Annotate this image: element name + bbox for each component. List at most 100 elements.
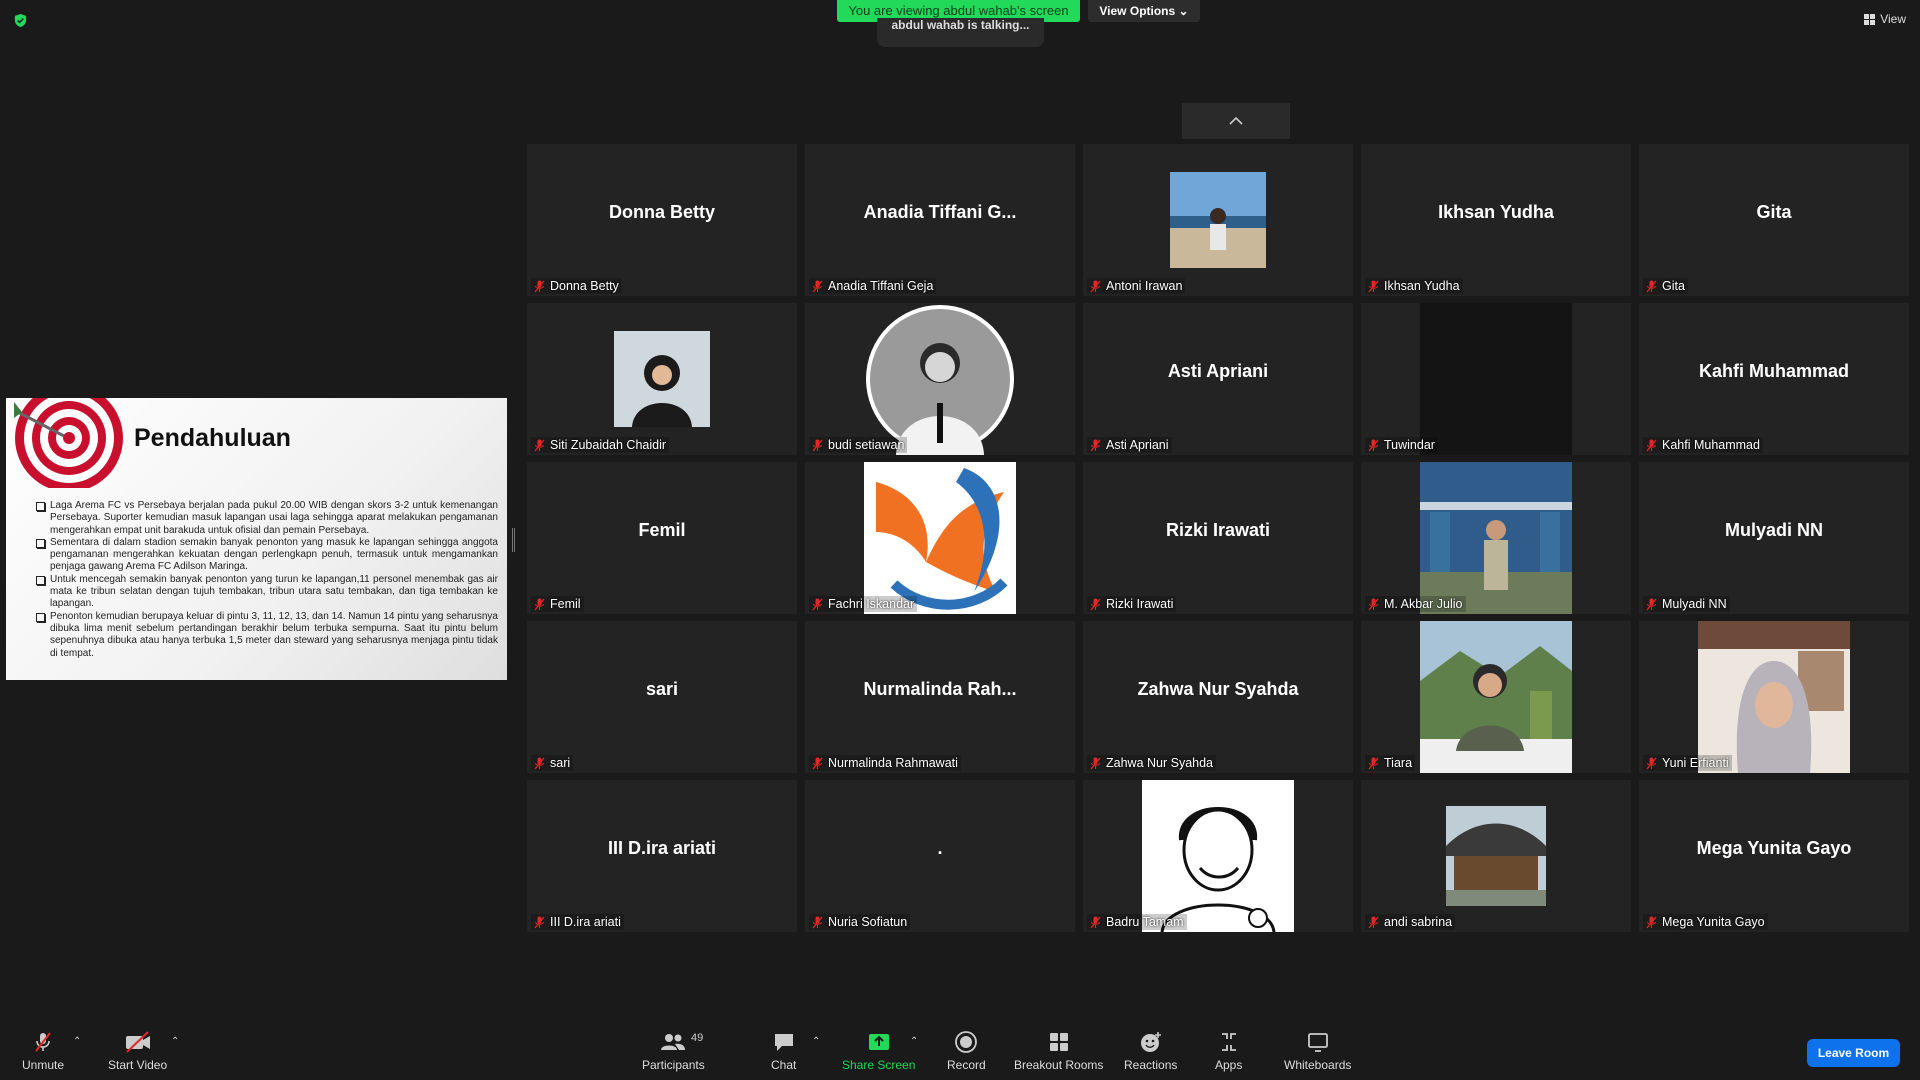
gallery-scroll-up-button[interactable] xyxy=(1182,103,1290,139)
muted-microphone-icon xyxy=(1368,598,1379,610)
chevron-up-icon xyxy=(1229,116,1243,125)
participant-tile[interactable]: Tiara xyxy=(1361,621,1631,773)
participant-name-text: Mega Yunita Gayo xyxy=(1662,915,1765,929)
view-button[interactable]: View xyxy=(1864,12,1906,26)
participant-photo xyxy=(614,331,710,427)
share-screen-label: Share Screen xyxy=(842,1058,916,1072)
participant-tile[interactable]: Gita Gita xyxy=(1639,144,1909,296)
participant-tile[interactable]: Anadia Tiffani G... Anadia Tiffani Geja xyxy=(805,144,1075,296)
participant-tile[interactable]: Kahfi Muhammad Kahfi Muhammad xyxy=(1639,303,1909,455)
participant-name-label: Tiara xyxy=(1365,755,1416,771)
participant-tile[interactable]: Fachri Iskandar xyxy=(805,462,1075,614)
audio-options-caret-icon[interactable]: ⌃ xyxy=(73,1036,81,1047)
share-screen-button[interactable]: Share Screen xyxy=(842,1030,915,1072)
participant-tile[interactable]: Tuwindar xyxy=(1361,303,1631,455)
participant-name-label: andi sabrina xyxy=(1365,914,1456,930)
participant-name-label: Asti Apriani xyxy=(1087,437,1172,453)
participant-tile[interactable]: Antoni Irawan xyxy=(1083,144,1353,296)
participant-tile[interactable]: budi setiawan xyxy=(805,303,1075,455)
participant-display-name: Rizki Irawati xyxy=(1165,520,1271,540)
microphone-muted-icon xyxy=(35,1032,51,1052)
muted-microphone-icon xyxy=(534,280,545,292)
whiteboards-label: Whiteboards xyxy=(1284,1058,1352,1072)
participant-name-text: andi sabrina xyxy=(1384,915,1453,929)
reactions-button[interactable]: Reactions xyxy=(1124,1030,1177,1072)
breakout-rooms-button[interactable]: Breakout Rooms xyxy=(1014,1030,1103,1072)
participant-display-name: Gita xyxy=(1756,202,1792,222)
participant-tile[interactable]: M. Akbar Julio xyxy=(1361,462,1631,614)
muted-microphone-icon xyxy=(812,439,823,451)
participant-name-label: Nuria Sofiatun xyxy=(809,914,911,930)
start-video-button[interactable]: Start Video xyxy=(108,1030,167,1072)
share-options-caret-icon[interactable]: ⌃ xyxy=(910,1036,918,1047)
apps-icon xyxy=(1221,1033,1236,1051)
participant-name-text: budi setiawan xyxy=(828,438,905,452)
participant-tile[interactable]: Nurmalinda Rah... Nurmalinda Rahmawati xyxy=(805,621,1075,773)
shared-screen[interactable]: Pendahuluan Laga Arema FC vs Persebaya b… xyxy=(6,398,507,680)
participant-tile[interactable]: andi sabrina xyxy=(1361,780,1631,932)
participant-name-text: Yuni Erfianti xyxy=(1662,756,1729,770)
panel-splitter-handle[interactable] xyxy=(512,528,515,552)
chat-button[interactable]: Chat xyxy=(771,1030,796,1072)
participant-name-text: Mulyadi NN xyxy=(1662,597,1727,611)
participant-tile[interactable]: Badru Tamam xyxy=(1083,780,1353,932)
participant-name-label: Anadia Tiffani Geja xyxy=(809,278,937,294)
breakout-rooms-icon xyxy=(1049,1033,1068,1051)
participant-tile[interactable]: Donna Betty Donna Betty xyxy=(527,144,797,296)
participant-name-text: Femil xyxy=(550,597,581,611)
participant-tile[interactable]: Asti Apriani Asti Apriani xyxy=(1083,303,1353,455)
muted-microphone-icon xyxy=(812,598,823,610)
muted-microphone-icon xyxy=(1368,916,1379,928)
participant-tile[interactable]: . Nuria Sofiatun xyxy=(805,780,1075,932)
participant-name-label: Yuni Erfianti xyxy=(1643,755,1732,771)
video-options-caret-icon[interactable]: ⌃ xyxy=(171,1036,179,1047)
participant-name-text: M. Akbar Julio xyxy=(1384,597,1463,611)
unmute-button[interactable]: Unmute xyxy=(22,1030,64,1072)
participant-display-name: sari xyxy=(645,679,679,699)
apps-button[interactable]: Apps xyxy=(1215,1030,1242,1072)
participant-tile[interactable]: Ikhsan Yudha Ikhsan Yudha xyxy=(1361,144,1631,296)
participant-name-label: Tuwindar xyxy=(1365,437,1438,453)
participant-name-label: III D.ira ariati xyxy=(531,914,624,930)
muted-microphone-icon xyxy=(1368,757,1379,769)
participant-tile[interactable]: Zahwa Nur Syahda Zahwa Nur Syahda xyxy=(1083,621,1353,773)
participant-display-name: Mulyadi NN xyxy=(1724,520,1823,540)
participant-tile[interactable]: Siti Zubaidah Chaidir xyxy=(527,303,797,455)
record-button[interactable]: Record xyxy=(947,1030,986,1072)
participant-tile[interactable]: Mulyadi NN Mulyadi NN xyxy=(1639,462,1909,614)
participant-name-label: Fachri Iskandar xyxy=(809,596,918,612)
participant-display-name: . xyxy=(937,838,943,858)
participant-name-label: Ikhsan Yudha xyxy=(1365,278,1463,294)
view-options-label: View Options xyxy=(1099,4,1176,18)
apps-label: Apps xyxy=(1215,1058,1243,1072)
participant-tile[interactable]: Rizki Irawati Rizki Irawati xyxy=(1083,462,1353,614)
record-icon xyxy=(955,1031,978,1053)
participant-display-name: Femil xyxy=(638,520,686,540)
participants-label: Participants xyxy=(642,1058,705,1072)
participant-tile[interactable]: Mega Yunita Gayo Mega Yunita Gayo xyxy=(1639,780,1909,932)
muted-microphone-icon xyxy=(1368,439,1379,451)
participant-name-text: Ikhsan Yudha xyxy=(1384,279,1460,293)
muted-microphone-icon xyxy=(534,757,545,769)
slide-bullets: Laga Arema FC vs Persebaya berjalan pada… xyxy=(36,500,498,660)
chat-options-caret-icon[interactable]: ⌃ xyxy=(812,1036,820,1047)
chevron-down-icon: ⌄ xyxy=(1178,4,1189,18)
participant-name-text: Kahfi Muhammad xyxy=(1662,438,1760,452)
participant-tile[interactable]: sari sari xyxy=(527,621,797,773)
share-screen-icon xyxy=(868,1034,889,1050)
leave-room-button[interactable]: Leave Room xyxy=(1807,1039,1900,1067)
participant-tile[interactable]: III D.ira ariati III D.ira ariati xyxy=(527,780,797,932)
participant-name-label: Antoni Irawan xyxy=(1087,278,1186,294)
participant-photo xyxy=(1420,303,1572,455)
participant-tile[interactable]: Yuni Erfianti xyxy=(1639,621,1909,773)
participant-name-text: Siti Zubaidah Chaidir xyxy=(550,438,667,452)
view-options-button[interactable]: View Options ⌄ xyxy=(1088,0,1200,22)
muted-microphone-icon xyxy=(534,439,545,451)
whiteboards-button[interactable]: Whiteboards xyxy=(1284,1030,1351,1072)
participant-tile[interactable]: Femil Femil xyxy=(527,462,797,614)
participant-photo xyxy=(864,303,1016,455)
muted-microphone-icon xyxy=(1646,916,1657,928)
participant-name-label: M. Akbar Julio xyxy=(1365,596,1466,612)
security-shield-icon[interactable] xyxy=(13,13,28,28)
participant-name-text: Nuria Sofiatun xyxy=(828,915,908,929)
